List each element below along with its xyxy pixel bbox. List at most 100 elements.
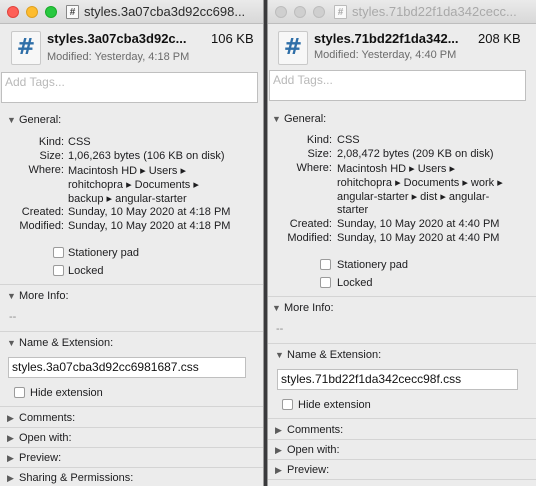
- document-proxy-icon[interactable]: #: [66, 4, 79, 19]
- zoom-button[interactable]: [313, 5, 325, 18]
- where-line: starter: [337, 204, 369, 216]
- title-bar[interactable]: # styles.3a07cba3d92cc698...: [0, 0, 263, 24]
- kind-label: Kind:: [306, 134, 332, 146]
- disclosure-closed-icon: ▶: [275, 425, 282, 435]
- locked-checkbox[interactable]: [53, 265, 64, 276]
- where-line: Macintosh HD ▸ Users ▸: [68, 165, 187, 177]
- size-value: 1,06,263 bytes (106 KB on disk): [68, 150, 225, 162]
- file-name: styles.71bd22f1da342...: [314, 31, 459, 46]
- section-heading: Comments:: [287, 424, 344, 436]
- divider: [268, 418, 536, 419]
- filename-field[interactable]: styles.71bd22f1da342cecc98f.css: [277, 369, 518, 390]
- preview-section-toggle[interactable]: ▶ Preview:: [7, 452, 61, 464]
- disclosure-open-icon: ▼: [272, 114, 281, 124]
- section-heading: General:: [19, 114, 62, 126]
- size-value: 2,08,472 bytes (209 KB on disk): [337, 148, 494, 160]
- more-info-section-toggle[interactable]: ▼ More Info:: [272, 302, 334, 314]
- document-proxy-icon[interactable]: #: [334, 4, 347, 19]
- disclosure-closed-icon: ▶: [275, 465, 282, 475]
- file-name: styles.3a07cba3d92c...: [47, 31, 187, 46]
- minimize-button[interactable]: [26, 5, 38, 18]
- preview-section-toggle[interactable]: ▶ Preview:: [275, 464, 329, 476]
- title-bar[interactable]: # styles.71bd22f1da342cecc...: [268, 0, 536, 24]
- disclosure-open-icon: ▼: [7, 338, 16, 348]
- divider: [0, 467, 263, 468]
- divider: [268, 439, 536, 440]
- disclosure-open-icon: ▼: [7, 291, 16, 301]
- where-line: angular-starter ▸ dist ▸ angular-: [337, 191, 490, 203]
- size-label: Size:: [39, 150, 64, 162]
- modified-value: Sunday, 10 May 2020 at 4:18 PM: [68, 220, 231, 232]
- filename-field[interactable]: styles.3a07cba3d92cc6981687.css: [8, 357, 246, 378]
- disclosure-open-icon: ▼: [7, 115, 16, 125]
- name-extension-section-toggle[interactable]: ▼ Name & Extension:: [275, 349, 381, 361]
- name-extension-section-toggle[interactable]: ▼ Name & Extension:: [7, 337, 113, 349]
- where-line: Macintosh HD ▸ Users ▸: [337, 163, 456, 175]
- close-button[interactable]: [7, 5, 19, 18]
- section-heading: More Info:: [284, 302, 334, 314]
- where-line: backup ▸ angular-starter: [68, 193, 187, 205]
- section-heading: Open with:: [19, 432, 72, 444]
- divider: [0, 331, 263, 332]
- disclosure-closed-icon: ▶: [275, 445, 282, 455]
- divider: [0, 406, 263, 407]
- traffic-lights: [7, 5, 57, 18]
- disclosure-closed-icon: ▶: [7, 473, 14, 483]
- divider: [268, 479, 536, 480]
- created-value: Sunday, 10 May 2020 at 4:40 PM: [337, 218, 500, 230]
- section-heading: Name & Extension:: [287, 349, 382, 361]
- hide-extension-label: Hide extension: [298, 399, 371, 411]
- tags-input[interactable]: Add Tags...: [269, 70, 526, 101]
- file-size-summary: 106 KB: [211, 31, 254, 46]
- divider: [268, 459, 536, 460]
- hide-extension-checkbox[interactable]: [14, 387, 25, 398]
- open-with-section-toggle[interactable]: ▶ Open with:: [275, 444, 340, 456]
- more-info-value: --: [276, 323, 284, 335]
- minimize-button[interactable]: [294, 5, 306, 18]
- created-label: Created:: [21, 206, 64, 218]
- locked-label: Locked: [68, 265, 104, 277]
- general-section-toggle[interactable]: ▼ General:: [7, 114, 61, 126]
- disclosure-closed-icon: ▶: [7, 413, 14, 423]
- open-with-section-toggle[interactable]: ▶ Open with:: [7, 432, 72, 444]
- tags-input[interactable]: Add Tags...: [1, 72, 258, 103]
- comments-section-toggle[interactable]: ▶ Comments:: [7, 412, 75, 424]
- divider: [0, 447, 263, 448]
- zoom-button[interactable]: [45, 5, 57, 18]
- close-button[interactable]: [275, 5, 287, 18]
- general-section-toggle[interactable]: ▼ General:: [272, 113, 326, 125]
- where-label: Where:: [28, 164, 64, 176]
- locked-checkbox[interactable]: [320, 277, 331, 288]
- size-label: Size:: [307, 148, 332, 160]
- kind-value: CSS: [337, 134, 360, 146]
- divider: [0, 284, 263, 285]
- disclosure-open-icon: ▼: [272, 303, 281, 313]
- divider: [268, 343, 536, 344]
- section-heading: Sharing & Permissions:: [19, 472, 134, 484]
- section-heading: Comments:: [19, 412, 76, 424]
- section-heading: Name & Extension:: [19, 337, 114, 349]
- sharing-permissions-section-toggle[interactable]: ▶ Sharing & Permissions:: [7, 472, 133, 484]
- traffic-lights: [275, 5, 325, 18]
- disclosure-open-icon: ▼: [275, 350, 284, 360]
- stationery-pad-label: Stationery pad: [68, 247, 139, 259]
- info-window-1: # styles.3a07cba3d92cc698... # styles.3a…: [0, 0, 263, 486]
- comments-section-toggle[interactable]: ▶ Comments:: [275, 424, 343, 436]
- stationery-pad-checkbox[interactable]: [53, 247, 64, 258]
- hide-extension-label: Hide extension: [30, 387, 103, 399]
- more-info-section-toggle[interactable]: ▼ More Info:: [7, 290, 69, 302]
- css-file-icon: #: [278, 31, 308, 65]
- divider: [0, 427, 263, 428]
- stationery-pad-checkbox[interactable]: [320, 259, 331, 270]
- kind-label: Kind:: [38, 136, 64, 148]
- section-heading: General:: [284, 113, 327, 125]
- modified-label: Modified:: [19, 220, 64, 232]
- hide-extension-checkbox[interactable]: [282, 399, 293, 410]
- section-heading: More Info:: [19, 290, 69, 302]
- window-title: styles.3a07cba3d92cc698...: [84, 4, 246, 19]
- modified-label: Modified:: [287, 232, 332, 244]
- disclosure-closed-icon: ▶: [7, 433, 14, 443]
- window-title: styles.71bd22f1da342cecc...: [352, 4, 517, 19]
- modified-value: Sunday, 10 May 2020 at 4:40 PM: [337, 232, 500, 244]
- stationery-pad-label: Stationery pad: [337, 259, 408, 271]
